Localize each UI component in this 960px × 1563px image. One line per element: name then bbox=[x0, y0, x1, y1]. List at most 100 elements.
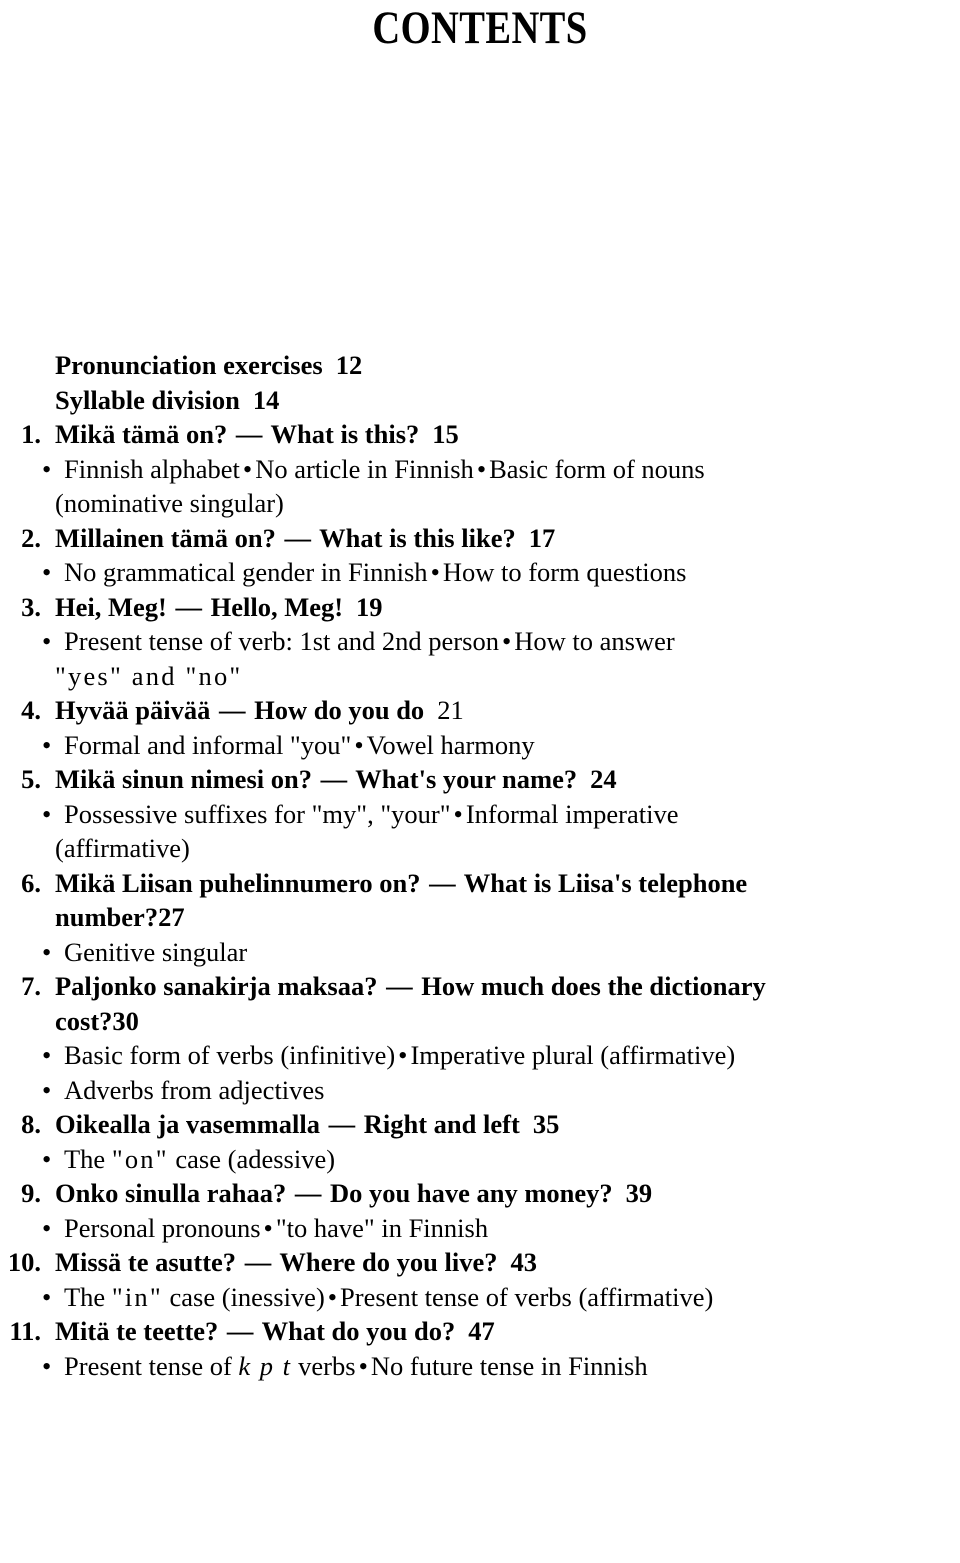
toc-subtopic: No future tense in Finnish bbox=[370, 1350, 648, 1381]
toc-heading: Mikä Liisan puhelinnumero on? — What is … bbox=[55, 866, 960, 901]
em-dash-glyph: — bbox=[284, 522, 311, 553]
bullet-icon: • bbox=[42, 1281, 52, 1312]
toc-heading-wrap-text: cost? bbox=[55, 1005, 113, 1036]
toc-subtopic: Possessive suffixes for "my", "your" bbox=[64, 798, 451, 829]
toc-page-number: 12 bbox=[335, 350, 363, 380]
toc-item-number: 11. bbox=[9, 1316, 41, 1346]
toc-entry: 1. Mikä tämä on? — What is this? 15 • Finn… bbox=[0, 417, 960, 521]
toc-subtopic: Present tense of verbs (affirmative) bbox=[340, 1281, 714, 1312]
bullet-icon: • bbox=[42, 1143, 52, 1174]
toc-heading-fi: Paljonko sanakirja maksaa? bbox=[55, 971, 378, 1001]
toc-subtopic: The "in" case (inessive) bbox=[64, 1281, 325, 1312]
toc-heading-fi: Missä te asutte? bbox=[55, 1247, 237, 1277]
toc-page-number: 15 bbox=[432, 419, 459, 449]
toc-entry: 11. Mitä te teette? — What do you do? 47 … bbox=[0, 1314, 960, 1383]
em-dash-glyph: — bbox=[226, 1316, 254, 1346]
toc-heading-fi: Oikealla ja vasemmalla bbox=[55, 1109, 320, 1139]
bullet-icon: • bbox=[42, 453, 52, 484]
toc-entry: 8. Oikealla ja vasemmalla — Right and le… bbox=[0, 1107, 960, 1176]
toc-page-number: 35 bbox=[532, 1109, 560, 1139]
toc-item-number: 10. bbox=[7, 1247, 41, 1277]
toc-heading-en: What is this? bbox=[270, 419, 420, 449]
toc-item-number: 3. bbox=[21, 591, 41, 622]
toc-heading-en: What's your name? bbox=[355, 764, 578, 794]
toc-subtopics: • Basic form of verbs (infinitive) • Impera… bbox=[42, 1038, 960, 1073]
toc-item-number: 8. bbox=[21, 1109, 41, 1139]
toc-subtopic-continuation: (nominative singular) bbox=[55, 488, 284, 518]
toc-entry: 3. Hei, Meg! — Hello, Meg! 19 • Present te… bbox=[0, 590, 960, 694]
toc-heading-fi: Mikä sinun nimesi on? bbox=[55, 764, 312, 794]
toc-heading-fi: Mikä Liisan puhelinnumero on? bbox=[55, 867, 421, 898]
toc-page-number: 19 bbox=[356, 591, 383, 622]
toc-subtopics: • Present tense of k p t verbs • No future … bbox=[42, 1349, 960, 1384]
toc-heading-text: Pronunciation exercises bbox=[55, 350, 323, 380]
bullet-icon: • bbox=[430, 557, 440, 587]
toc-subtopic-continuation: (affirmative) bbox=[55, 833, 190, 863]
table-of-contents: Pronunciation exercises 12 Syllable divis… bbox=[0, 348, 960, 1383]
toc-subtopic: Finnish alphabet bbox=[64, 453, 240, 484]
toc-subtopic: The "on" case (adessive) bbox=[64, 1143, 336, 1174]
toc-page-number: 43 bbox=[510, 1247, 537, 1277]
toc-subtopics: • The "on" case (adessive) bbox=[42, 1142, 960, 1177]
toc-heading-fi: Hyvää päivää bbox=[55, 695, 211, 725]
bullet-icon: • bbox=[476, 453, 487, 484]
toc-entry: Syllable division 14 bbox=[0, 383, 960, 418]
em-dash-glyph: — bbox=[235, 419, 263, 449]
toc-page-number: 17 bbox=[528, 522, 556, 553]
toc-subtopics: • Present tense of verb: 1st and 2nd pers… bbox=[42, 624, 960, 659]
bullet-icon: • bbox=[453, 798, 463, 829]
em-dash-glyph: — bbox=[429, 867, 456, 898]
toc-heading-en: Do you have any money? bbox=[329, 1178, 613, 1208]
toc-item-number: 5. bbox=[21, 764, 41, 794]
bullet-icon: • bbox=[42, 557, 52, 587]
toc-heading: Paljonko sanakirja maksaa? — How much do… bbox=[55, 969, 960, 1004]
toc-heading-wrap: cost?30 bbox=[55, 1004, 960, 1039]
em-dash-glyph: — bbox=[175, 591, 202, 622]
toc-heading-en: What is Liisa's telephone bbox=[463, 867, 748, 898]
toc-heading-fi: Millainen tämä on? bbox=[55, 522, 276, 553]
toc-entry: 7. Paljonko sanakirja maksaa? — How much… bbox=[0, 969, 960, 1107]
toc-item-number: 9. bbox=[21, 1178, 41, 1208]
toc-subtopics: • Possessive suffixes for "my", "your" • In… bbox=[42, 797, 960, 832]
bullet-icon: • bbox=[327, 1281, 338, 1312]
toc-heading: Pronunciation exercises 12 bbox=[55, 348, 960, 383]
toc-heading: Onko sinulla rahaa? — Do you have any mo… bbox=[55, 1176, 960, 1211]
toc-subtopic: Formal and informal "you" bbox=[64, 729, 352, 760]
toc-subtopic: Informal imperative bbox=[465, 798, 679, 829]
bullet-icon: • bbox=[42, 1212, 52, 1243]
bullet-icon: • bbox=[42, 936, 52, 967]
toc-subtopic: How to form questions bbox=[442, 557, 687, 587]
toc-subtopics: • The "in" case (inessive) • Present tense … bbox=[42, 1280, 960, 1315]
toc-entry: 6. Mikä Liisan puhelinnumero on? — What … bbox=[0, 866, 960, 970]
toc-subtopic: Adverbs from adjectives bbox=[64, 1074, 325, 1105]
toc-subtopic: Imperative plural (affirmative) bbox=[410, 1040, 736, 1070]
toc-page-number: 24 bbox=[590, 764, 617, 794]
bullet-icon: • bbox=[242, 453, 253, 484]
toc-heading: Oikealla ja vasemmalla — Right and left 3… bbox=[55, 1107, 960, 1142]
toc-subtopic: Personal pronouns bbox=[64, 1212, 261, 1243]
bullet-icon: • bbox=[263, 1212, 273, 1243]
bullet-icon: • bbox=[42, 626, 52, 656]
page-title: CONTENTS bbox=[372, 2, 588, 54]
toc-item-number: 1. bbox=[21, 419, 41, 449]
toc-page-number: 47 bbox=[468, 1316, 495, 1346]
toc-subtopic: Basic form of nouns bbox=[489, 453, 705, 484]
toc-item-number: 6. bbox=[21, 867, 41, 898]
toc-heading-en: What is this like? bbox=[319, 522, 516, 553]
bullet-icon: • bbox=[42, 1350, 52, 1381]
bullet-icon: • bbox=[42, 1040, 52, 1070]
toc-item-number: 2. bbox=[21, 522, 41, 553]
toc-heading-en: What do you do? bbox=[261, 1316, 456, 1346]
toc-subtopic: Genitive singular bbox=[64, 936, 248, 967]
toc-page-number: 27 bbox=[158, 902, 185, 932]
bullet-icon: • bbox=[42, 798, 52, 829]
em-dash-glyph: — bbox=[328, 1109, 356, 1139]
toc-heading-en: How much does the dictionary bbox=[421, 971, 766, 1001]
toc-subtopics: • Genitive singular bbox=[42, 935, 960, 970]
bullet-icon: • bbox=[42, 1074, 52, 1105]
toc-subtopics: • Adverbs from adjectives bbox=[42, 1073, 960, 1108]
em-dash-glyph: — bbox=[294, 1178, 322, 1208]
toc-subtopic: "to have" in Finnish bbox=[275, 1212, 489, 1243]
toc-heading-text: Syllable division bbox=[55, 384, 240, 415]
toc-page-number: 39 bbox=[625, 1178, 653, 1208]
